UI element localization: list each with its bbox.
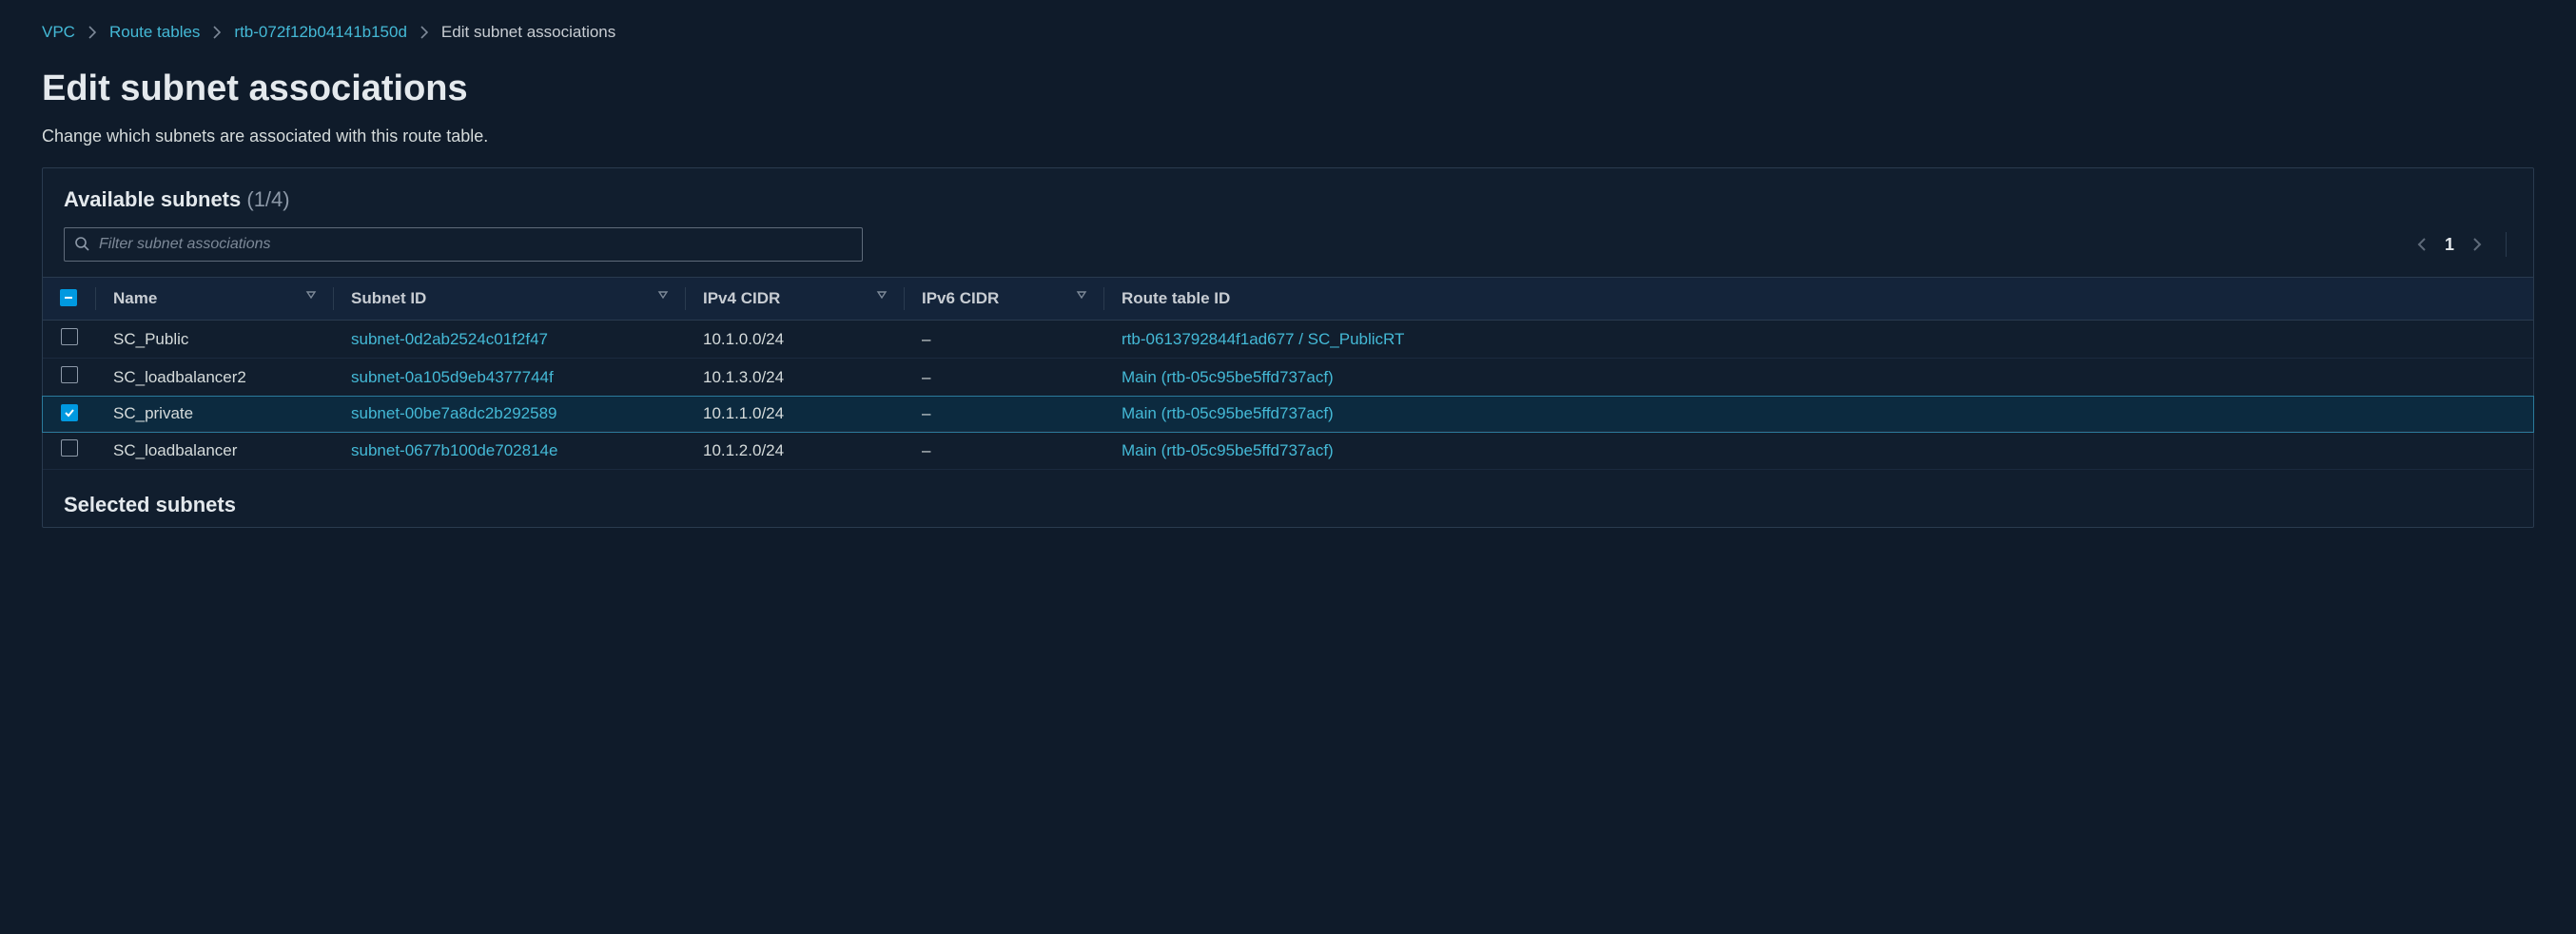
route-table-link[interactable]: rtb-0613792844f1ad677 / SC_PublicRT: [1122, 330, 1404, 348]
subnets-table: Name Subnet ID IPv4 CIDR: [43, 277, 2533, 470]
breadcrumb-item: Edit subnet associations: [441, 23, 615, 42]
selected-subnets-section: Selected subnets: [43, 470, 2533, 527]
cell-name: SC_loadbalancer: [96, 432, 334, 470]
cell-ipv6: –: [905, 359, 1104, 397]
next-page-icon[interactable]: [2471, 236, 2483, 253]
chevron-right-icon: [420, 26, 428, 39]
cell-ipv4: 10.1.3.0/24: [686, 359, 905, 397]
sort-icon[interactable]: [657, 289, 669, 301]
row-checkbox[interactable]: [61, 404, 78, 421]
pager: 1: [2416, 232, 2512, 257]
subnet-id-link[interactable]: subnet-0677b100de702814e: [351, 441, 557, 459]
page-number: 1: [2445, 235, 2454, 255]
cell-ipv6: –: [905, 397, 1104, 432]
breadcrumb-item[interactable]: Route tables: [109, 23, 200, 42]
row-checkbox[interactable]: [61, 439, 78, 457]
cell-name: SC_Public: [96, 321, 334, 359]
subnet-id-link[interactable]: subnet-0d2ab2524c01f2f47: [351, 330, 548, 348]
filter-input-wrapper[interactable]: [64, 227, 863, 262]
select-all-checkbox[interactable]: [60, 289, 77, 306]
chevron-right-icon: [213, 26, 221, 39]
sort-icon[interactable]: [1076, 289, 1087, 301]
col-header-subnet-id[interactable]: Subnet ID: [351, 289, 426, 307]
breadcrumb-item[interactable]: rtb-072f12b04141b150d: [234, 23, 407, 42]
row-checkbox[interactable]: [61, 366, 78, 383]
breadcrumb: VPC Route tables rtb-072f12b04141b150d Edit…: [42, 23, 2534, 42]
available-subnets-title: Available subnets (1/4): [64, 187, 290, 211]
table-row[interactable]: SC_private subnet-00be7a8dc2b292589 10.1.1…: [43, 397, 2533, 432]
page-title: Edit subnet associations: [42, 68, 2534, 109]
col-header-ipv6[interactable]: IPv6 CIDR: [922, 289, 999, 307]
search-icon: [74, 236, 89, 254]
table-row[interactable]: SC_Public subnet-0d2ab2524c01f2f47 10.1.0.…: [43, 321, 2533, 359]
cell-ipv4: 10.1.2.0/24: [686, 432, 905, 470]
available-subnets-panel: Available subnets (1/4) 1: [42, 167, 2534, 528]
breadcrumb-item[interactable]: VPC: [42, 23, 75, 42]
table-row[interactable]: SC_loadbalancer2 subnet-0a105d9eb4377744f…: [43, 359, 2533, 397]
page-description: Change which subnets are associated with…: [42, 126, 2534, 146]
pager-divider: [2506, 232, 2507, 257]
col-header-route-table[interactable]: Route table ID: [1122, 289, 1230, 307]
route-table-link[interactable]: Main (rtb-05c95be5ffd737acf): [1122, 441, 1334, 459]
sort-icon[interactable]: [876, 289, 888, 301]
sort-icon[interactable]: [305, 289, 317, 301]
cell-name: SC_loadbalancer2: [96, 359, 334, 397]
filter-input[interactable]: [89, 236, 852, 253]
col-header-name[interactable]: Name: [113, 289, 157, 307]
route-table-link[interactable]: Main (rtb-05c95be5ffd737acf): [1122, 404, 1334, 422]
subnet-id-link[interactable]: subnet-0a105d9eb4377744f: [351, 368, 554, 386]
row-checkbox[interactable]: [61, 328, 78, 345]
col-header-ipv4[interactable]: IPv4 CIDR: [703, 289, 780, 307]
route-table-link[interactable]: Main (rtb-05c95be5ffd737acf): [1122, 368, 1334, 386]
cell-ipv4: 10.1.0.0/24: [686, 321, 905, 359]
prev-page-icon[interactable]: [2416, 236, 2428, 253]
cell-ipv6: –: [905, 432, 1104, 470]
cell-ipv6: –: [905, 321, 1104, 359]
cell-ipv4: 10.1.1.0/24: [686, 397, 905, 432]
table-row[interactable]: SC_loadbalancer subnet-0677b100de702814e 1…: [43, 432, 2533, 470]
chevron-right-icon: [88, 26, 96, 39]
subnet-id-link[interactable]: subnet-00be7a8dc2b292589: [351, 404, 556, 422]
selected-subnets-title: Selected subnets: [64, 493, 236, 516]
cell-name: SC_private: [96, 397, 334, 432]
